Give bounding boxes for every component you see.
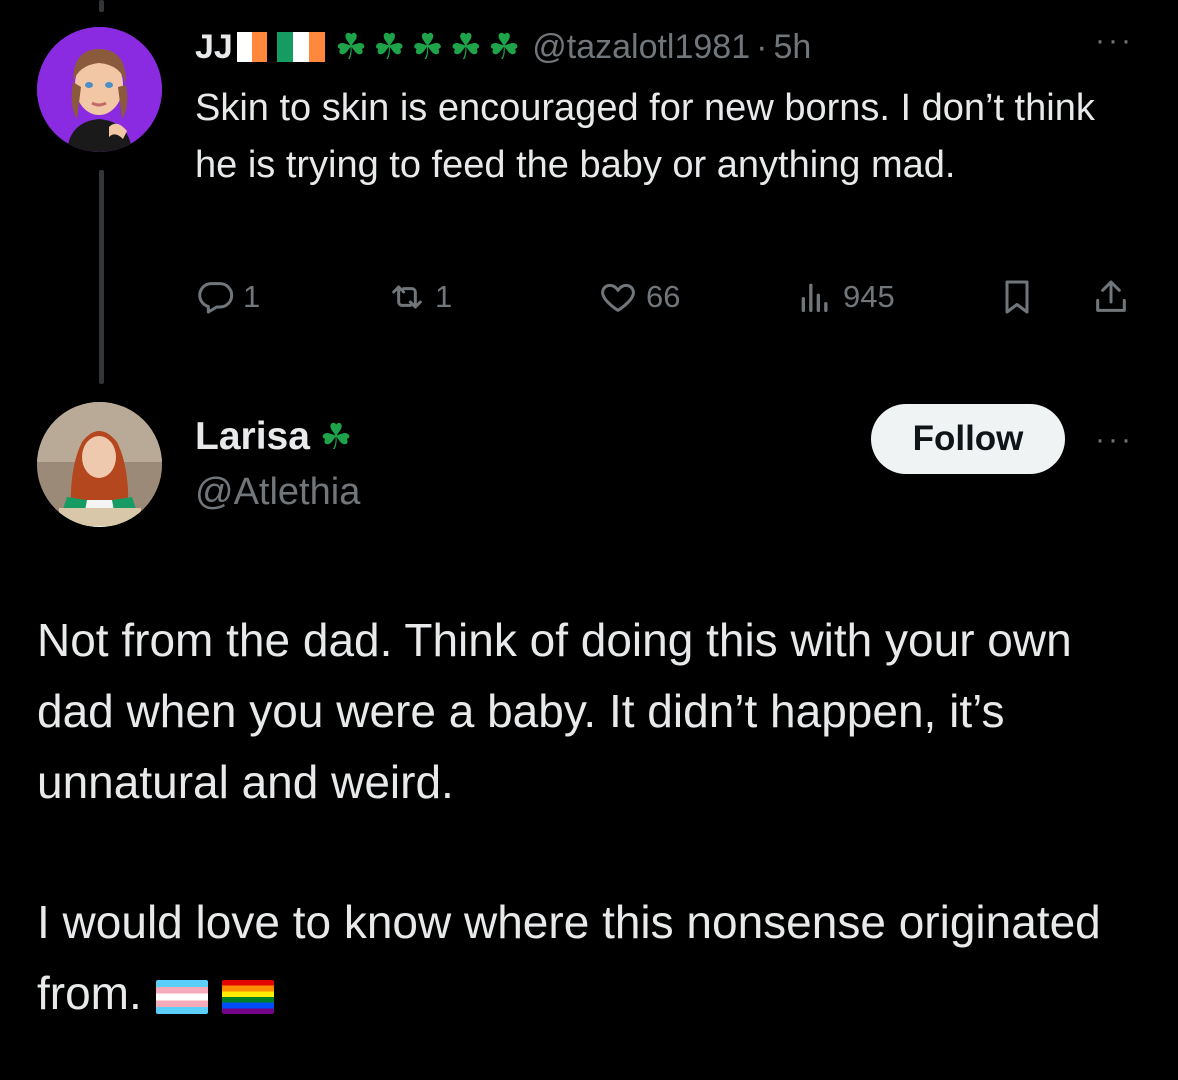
tweet-paragraph-1: Not from the dad. Think of doing this wi… <box>37 614 1072 808</box>
like-button[interactable]: 66 <box>598 272 680 322</box>
reply-text: Skin to skin is encouraged for new borns… <box>195 87 1095 186</box>
views-icon <box>801 283 828 312</box>
reply-header: JJ ☘ ☘ ☘ ☘ ☘ @tazalotl1981 · 5h <box>195 22 1145 72</box>
shamrock-icon: ☘ <box>411 26 444 67</box>
separator-dot: · <box>756 27 768 66</box>
reply-count: 1 <box>243 279 261 314</box>
tweet-author-handle[interactable]: @Atlethia <box>195 471 360 514</box>
reply-action-bar: 1 1 66 945 <box>195 272 1140 322</box>
shamrock-icon: ☘ <box>319 416 353 457</box>
more-options-icon[interactable]: ··· <box>1095 423 1134 457</box>
avatar-larisa[interactable] <box>37 402 162 527</box>
tweet-body: Not from the dad. Think of doing this wi… <box>37 605 1147 1029</box>
like-count: 66 <box>646 279 681 314</box>
more-options-icon[interactable]: ··· <box>1095 24 1134 58</box>
ireland-flag-icon <box>276 32 325 62</box>
reply-author-handle[interactable]: @tazalotl1981 <box>532 28 750 67</box>
tweet-author-name-text: Larisa <box>195 415 310 458</box>
bitmoji-avatar-icon <box>37 27 162 152</box>
reply-timestamp[interactable]: 5h <box>773 28 811 67</box>
reply-button[interactable]: 1 <box>195 272 260 322</box>
shamrock-icon: ☘ <box>373 26 406 67</box>
tweet-paragraph-2: I would love to know where this nonsense… <box>37 887 1147 1029</box>
heart-icon <box>601 283 635 312</box>
reply-author-name[interactable]: JJ <box>195 28 233 67</box>
bookmark-button[interactable] <box>997 272 1037 322</box>
ireland-flag-icon <box>236 32 267 62</box>
shamrock-icon: ☘ <box>334 26 368 67</box>
repost-icon <box>392 285 422 309</box>
avatar-jj[interactable] <box>37 27 162 152</box>
transgender-flag-icon <box>155 979 208 1014</box>
profile-photo-icon <box>37 402 162 527</box>
tweet-author-name[interactable]: Larisa ☘ <box>195 415 358 459</box>
view-count: 945 <box>843 279 895 314</box>
thread-line <box>99 170 104 384</box>
rainbow-flag-icon <box>221 979 274 1014</box>
repost-count: 1 <box>435 279 453 314</box>
thread-line-top <box>99 0 104 12</box>
shamrock-icon: ☘ <box>449 26 482 67</box>
reply-icon <box>198 282 234 314</box>
views-button[interactable]: 945 <box>795 272 895 322</box>
shamrock-icon: ☘ <box>487 26 521 67</box>
follow-button[interactable]: Follow <box>871 404 1065 474</box>
bookmark-icon <box>1005 280 1029 314</box>
share-icon <box>1096 280 1126 312</box>
repost-button[interactable]: 1 <box>387 272 452 322</box>
share-button[interactable] <box>1091 272 1131 322</box>
